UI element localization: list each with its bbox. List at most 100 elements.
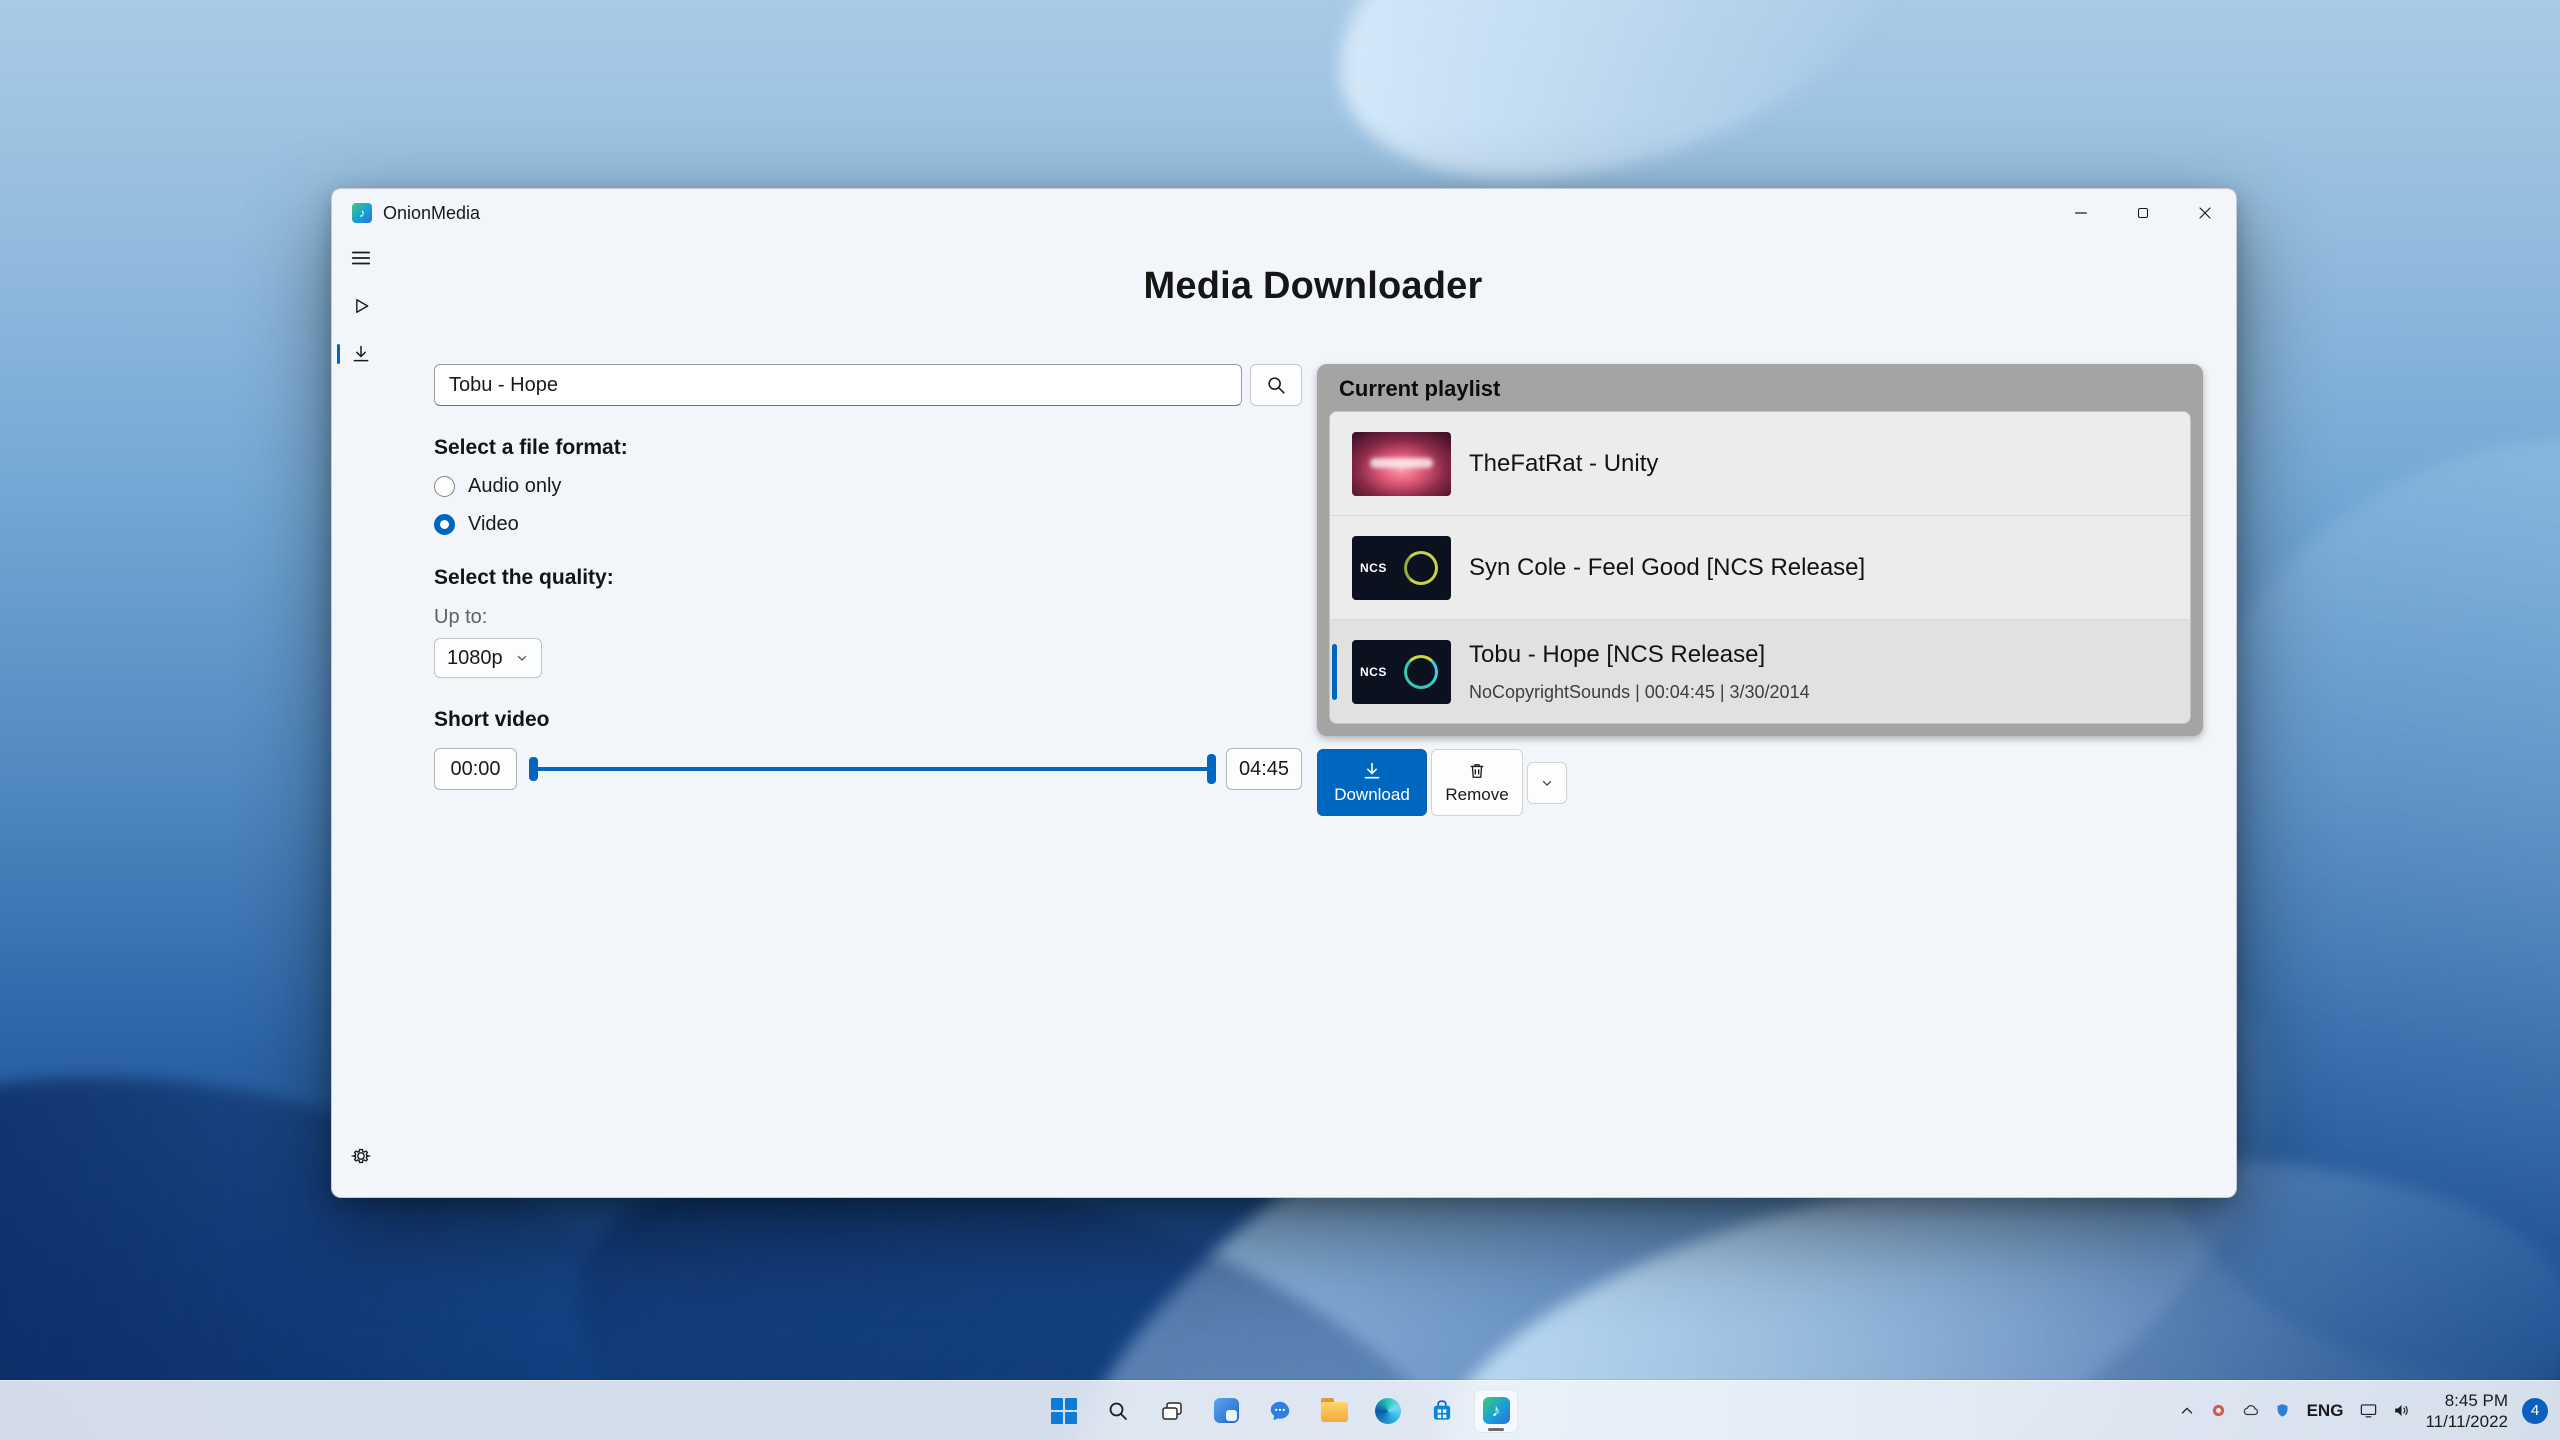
store-button[interactable]	[1420, 1389, 1464, 1433]
trash-icon	[1470, 763, 1484, 778]
notification-badge[interactable]: 4	[2522, 1397, 2548, 1424]
download-button[interactable]: Download	[1317, 749, 1427, 816]
onedrive-button[interactable]	[2241, 1401, 2260, 1420]
store-icon	[1433, 1399, 1451, 1420]
shield-icon	[2277, 1404, 2288, 1417]
remove-button[interactable]: Remove	[1431, 749, 1523, 816]
quality-hint: Up to:	[434, 606, 488, 628]
quality-dropdown[interactable]: 1080p	[434, 638, 542, 678]
nav-downloader-button[interactable]	[337, 335, 385, 373]
radio-video[interactable]: Video	[434, 513, 1302, 536]
onionmedia-app-icon: ♪	[352, 203, 372, 223]
playlist-item[interactable]: NCS Syn Cole - Feel Good [NCS Release]	[1330, 515, 2190, 619]
playlist-item-selected[interactable]: NCS Tobu - Hope [NCS Release] NoCopyrigh…	[1330, 619, 2190, 723]
playlist-header: Current playlist	[1339, 376, 1501, 401]
chevron-down-icon	[517, 655, 527, 661]
more-actions-button[interactable]	[1527, 762, 1567, 804]
radio-label: Audio only	[468, 475, 562, 497]
widgets-icon	[1213, 1398, 1239, 1423]
settings-button[interactable]	[337, 1137, 385, 1175]
page-title: Media Downloader	[1143, 265, 1483, 307]
video-thumbnail: NCS	[1352, 535, 1451, 600]
edge-icon	[1375, 1397, 1401, 1424]
edge-button[interactable]	[1366, 1389, 1410, 1433]
ncs-logo-text: NCS	[1360, 560, 1387, 575]
window-title: OnionMedia	[383, 202, 481, 223]
current-playlist-panel: Current playlist TheFatRat - Unity NCS S…	[1317, 364, 2203, 736]
play-icon	[356, 299, 369, 313]
ncs-ring-icon	[1404, 550, 1438, 585]
network-button[interactable]	[2359, 1401, 2378, 1420]
onionmedia-taskbar-button[interactable]: ♪	[1474, 1388, 1518, 1433]
sidebar	[332, 237, 390, 1197]
chat-icon	[1270, 1401, 1290, 1420]
playlist-item-title: TheFatRat - Unity	[1469, 449, 1659, 477]
search-button[interactable]	[1250, 364, 1302, 406]
volume-icon	[2395, 1404, 2409, 1417]
task-view-button[interactable]	[1150, 1389, 1194, 1433]
language-indicator[interactable]: ENG	[2305, 1401, 2346, 1421]
close-icon	[2199, 207, 2211, 219]
radio-unchecked-icon	[434, 476, 455, 497]
playlist-item-title: Tobu - Hope [NCS Release]	[1469, 640, 1766, 668]
taskbar-search-button[interactable]	[1096, 1389, 1140, 1433]
format-section-label: Select a file format:	[434, 436, 628, 459]
download-icon	[353, 345, 369, 362]
trim-start-handle[interactable]	[529, 757, 538, 781]
maximize-icon	[2137, 207, 2149, 219]
trim-end-input[interactable]: 04:45	[1226, 748, 1302, 790]
minimize-icon	[2075, 212, 2087, 214]
chat-button[interactable]	[1258, 1389, 1302, 1433]
remove-button-label: Remove	[1445, 784, 1509, 804]
volume-button[interactable]	[2392, 1401, 2411, 1420]
playlist-list: TheFatRat - Unity NCS Syn Cole - Feel Go…	[1329, 411, 2191, 724]
hidden-icons-button[interactable]	[2178, 1402, 2196, 1420]
trim-range-slider[interactable]	[529, 748, 1216, 790]
desktop: ♪ OnionMedia Media Downloader Tobu - Hop…	[0, 0, 2560, 1440]
playlist-item-title: Syn Cole - Feel Good [NCS Release]	[1469, 553, 1866, 581]
video-thumbnail	[1352, 431, 1451, 496]
minimize-button[interactable]	[2050, 189, 2112, 237]
windows-logo-icon	[1051, 1397, 1077, 1424]
playlist-actions: Download Remove	[1317, 749, 2203, 816]
chevron-down-icon	[1542, 780, 1552, 786]
search-icon	[1268, 377, 1285, 394]
video-thumbnail: NCS	[1352, 639, 1451, 704]
radio-checked-icon	[434, 514, 455, 535]
ncs-ring-icon	[1404, 654, 1438, 689]
tray-app-button[interactable]	[2210, 1402, 2227, 1419]
downloader-page: Media Downloader Select a file format:	[390, 237, 2236, 1197]
chevron-up-icon	[2181, 1407, 2192, 1414]
radio-label: Video	[468, 513, 519, 535]
trim-start-input[interactable]: 00:00	[434, 748, 517, 790]
trim-section-label: Short video	[434, 708, 550, 731]
clock[interactable]: 8:45 PM 11/11/2022	[2425, 1390, 2508, 1432]
nav-menu-button[interactable]	[337, 239, 385, 277]
app-identity: ♪ OnionMedia	[332, 203, 2050, 224]
gear-icon	[350, 1148, 372, 1164]
download-form: Select a file format: Audio only Video S…	[434, 364, 1302, 816]
file-explorer-button[interactable]	[1312, 1389, 1356, 1433]
clock-time: 8:45 PM	[2444, 1390, 2508, 1410]
trim-end-handle[interactable]	[1207, 754, 1216, 784]
hamburger-icon	[351, 251, 371, 265]
window-controls	[2050, 189, 2236, 237]
titlebar[interactable]: ♪ OnionMedia	[332, 189, 2236, 237]
nav-player-button[interactable]	[337, 287, 385, 325]
start-button[interactable]	[1042, 1389, 1086, 1433]
taskbar: ♪ ENG 8:45 PM 11/11/2022 4	[0, 1380, 2560, 1440]
cloud-icon	[2243, 1405, 2258, 1416]
quality-section-label: Select the quality:	[434, 566, 614, 589]
quality-selected-value: 1080p	[447, 646, 503, 669]
widgets-button[interactable]	[1204, 1389, 1248, 1433]
radio-audio-only[interactable]: Audio only	[434, 475, 1302, 498]
security-button[interactable]	[2274, 1402, 2291, 1419]
clock-date: 11/11/2022	[2425, 1411, 2508, 1431]
search-input[interactable]	[434, 364, 1242, 406]
search-icon	[1109, 1402, 1127, 1420]
slider-track[interactable]	[529, 767, 1214, 771]
file-explorer-icon	[1320, 1398, 1348, 1422]
playlist-item[interactable]: TheFatRat - Unity	[1330, 412, 2190, 515]
maximize-button[interactable]	[2112, 189, 2174, 237]
close-button[interactable]	[2174, 189, 2236, 237]
